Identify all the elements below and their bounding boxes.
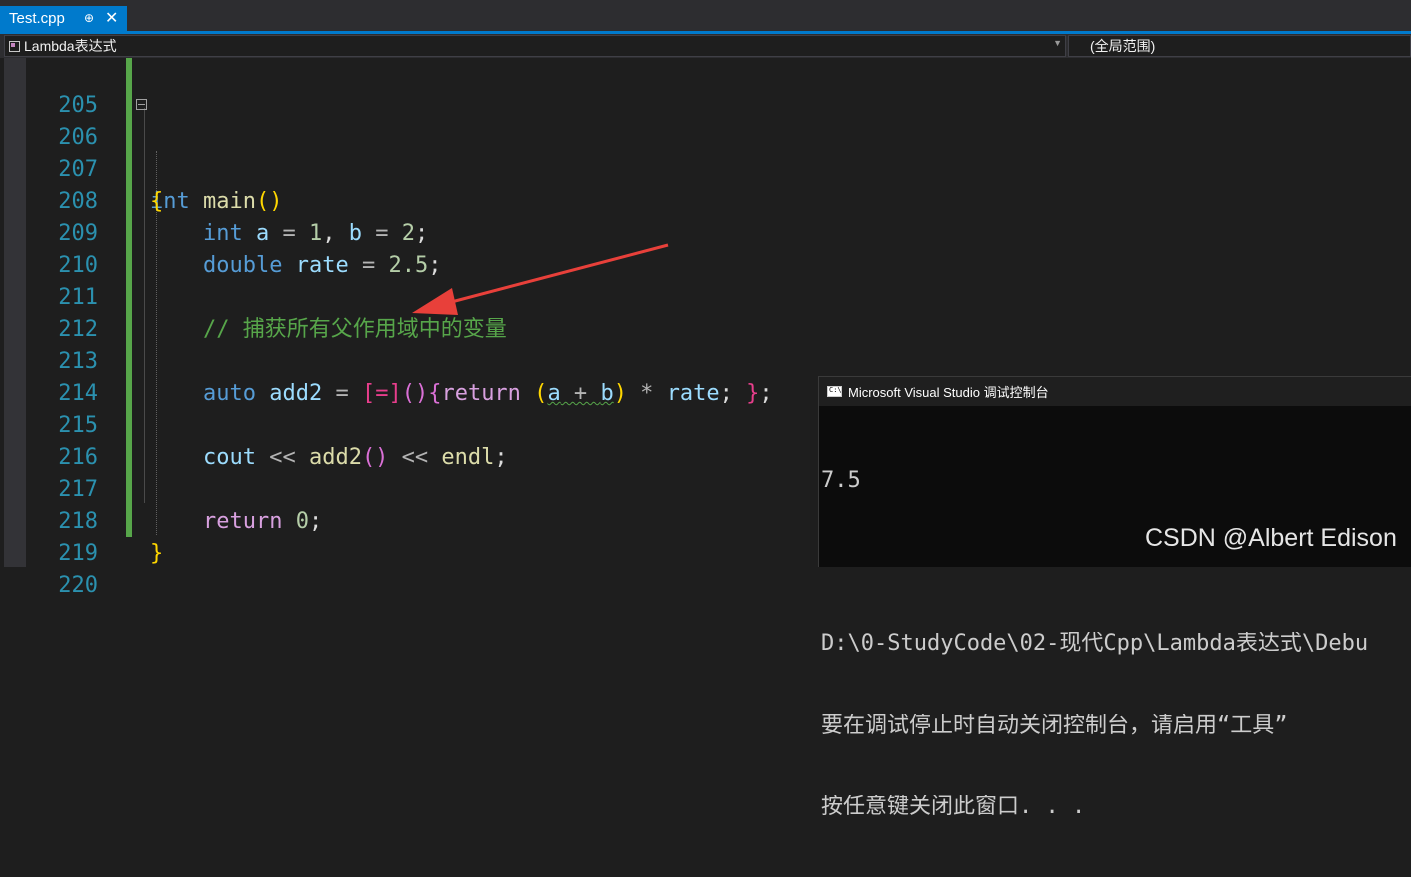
tab-label: Test.cpp — [9, 10, 65, 27]
collapse-icon[interactable] — [136, 99, 147, 110]
member-scope-dropdown[interactable]: (全局范围) — [1068, 35, 1411, 57]
code-line: 210 — [0, 218, 1411, 278]
code-line: 213 auto add2 = [=](){return (a + b) * r… — [0, 314, 1411, 406]
code-line: 212 — [0, 282, 1411, 342]
console-line: D:\0-StudyCode\02-现代Cpp\Lambda表达式\Debu — [821, 632, 1369, 656]
console-line: 要在调试停止时自动关闭控制台，请启用“工具” — [821, 713, 1288, 737]
console-titlebar[interactable]: Microsoft Visual Studio 调试控制台 — [819, 377, 1411, 406]
code-line: 206 int main() — [0, 90, 1411, 214]
watermark-text: CSDN @Albert Edison — [1145, 524, 1397, 552]
console-icon — [827, 386, 842, 397]
code-line: 205 — [0, 58, 1411, 118]
project-icon — [9, 40, 20, 52]
code-line: 211 // 捕获所有父作用域中的变量 — [0, 250, 1411, 342]
member-scope-label: (全局范围) — [1090, 38, 1156, 54]
console-title: Microsoft Visual Studio 调试控制台 — [848, 385, 1049, 400]
navigation-bar: Lambda表达式 ▼ (全局范围) — [0, 34, 1411, 58]
code-line: 208 int a = 1, b = 2; — [0, 154, 1411, 246]
code-line: 209 double rate = 2.5; — [0, 186, 1411, 278]
project-scope-label: Lambda表达式 — [24, 38, 117, 54]
console-output: 7.5 D:\0-StudyCode\02-现代Cpp\Lambda表达式\De… — [819, 406, 1411, 877]
document-tab-strip: Test.cpp ⊕ ✕ — [0, 0, 1411, 34]
code-line: 207 { — [0, 122, 1411, 214]
line-number: 220 — [58, 573, 98, 598]
code-line: 214 — [0, 346, 1411, 406]
project-scope-dropdown[interactable]: Lambda表达式 ▼ — [4, 35, 1066, 57]
console-line: 按任意键关闭此窗口. . . — [821, 795, 1086, 819]
close-icon[interactable]: ✕ — [105, 8, 118, 28]
console-line: 7.5 — [821, 469, 861, 493]
pin-icon[interactable]: ⊕ — [84, 11, 94, 25]
tab-test-cpp[interactable]: Test.cpp ⊕ ✕ — [0, 6, 127, 31]
chevron-down-icon[interactable]: ▼ — [1053, 38, 1062, 48]
